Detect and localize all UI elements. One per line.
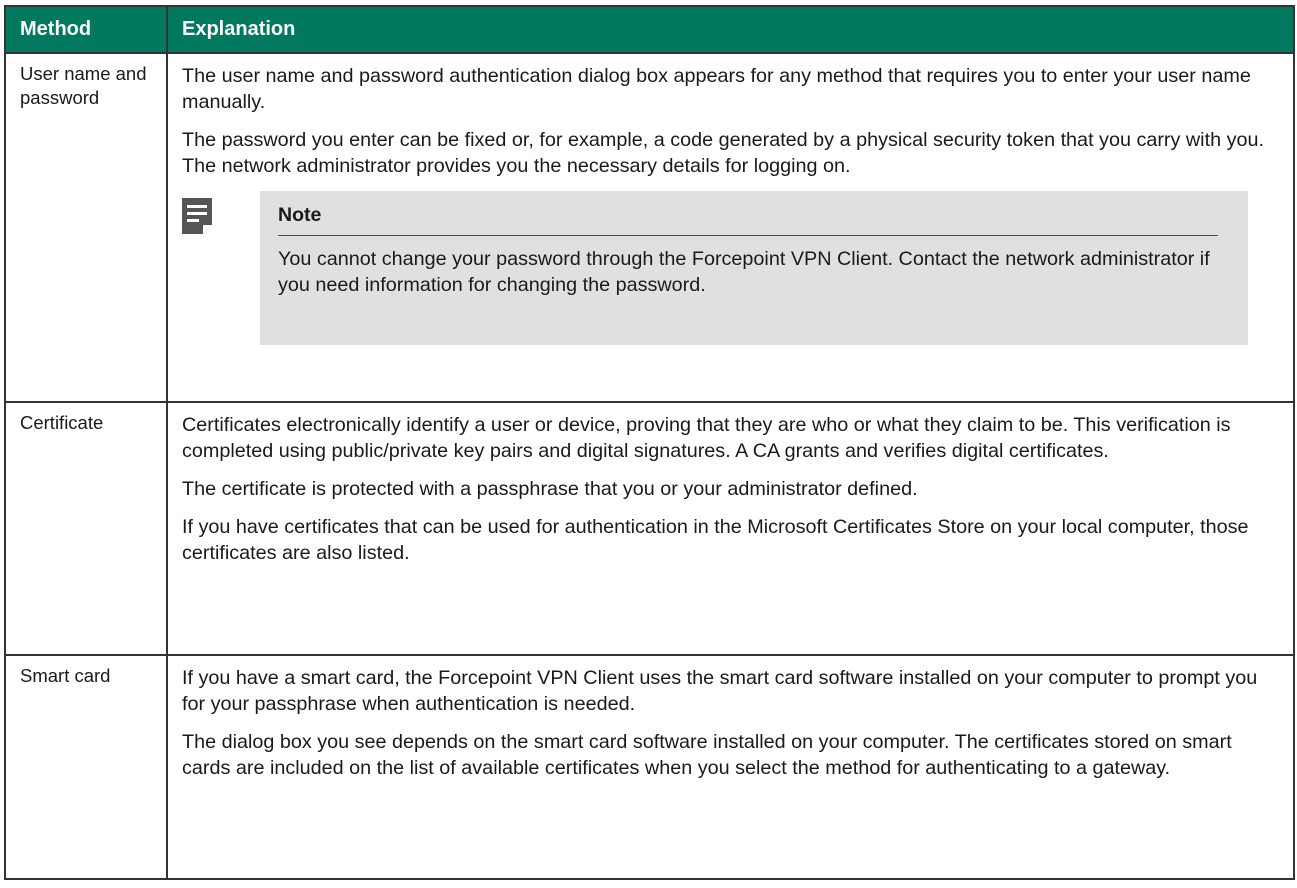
table-row-smart-card: Smart card If you have a smart card, the… (4, 654, 1295, 880)
explanation-paragraph: The password you enter can be fixed or, … (182, 129, 1264, 177)
note-text: You cannot change your password through … (278, 248, 1210, 296)
column-header-method: Method (4, 5, 168, 54)
authentication-methods-table: Method Explanation User name and passwor… (4, 5, 1295, 880)
method-cell: User name and password (4, 52, 168, 403)
note-box: Note You cannot change your password thr… (260, 191, 1248, 345)
note-callout: Note You cannot change your password thr… (182, 191, 1279, 345)
explanation-cell: The user name and password authenticatio… (166, 52, 1295, 403)
explanation-cell: If you have a smart card, the Forcepoint… (166, 654, 1295, 880)
explanation-paragraph: The user name and password authenticatio… (182, 65, 1251, 113)
note-title: Note (278, 203, 1218, 236)
method-cell: Certificate (4, 401, 168, 656)
table-header-row: Method Explanation (4, 5, 1295, 54)
table-row-certificate: Certificate Certificates electronically … (4, 401, 1295, 656)
explanation-paragraph: If you have certificates that can be use… (182, 516, 1249, 564)
explanation-paragraph: If you have a smart card, the Forcepoint… (182, 667, 1258, 715)
explanation-paragraph: Certificates electronically identify a u… (182, 414, 1231, 462)
method-cell: Smart card (4, 654, 168, 880)
explanation-paragraph: The dialog box you see depends on the sm… (182, 731, 1232, 779)
table-row-user-name-and-password: User name and password The user name and… (4, 52, 1295, 403)
note-icon (182, 198, 212, 234)
explanation-paragraph: The certificate is protected with a pass… (182, 478, 918, 500)
explanation-cell: Certificates electronically identify a u… (166, 401, 1295, 656)
column-header-explanation: Explanation (166, 5, 1295, 54)
